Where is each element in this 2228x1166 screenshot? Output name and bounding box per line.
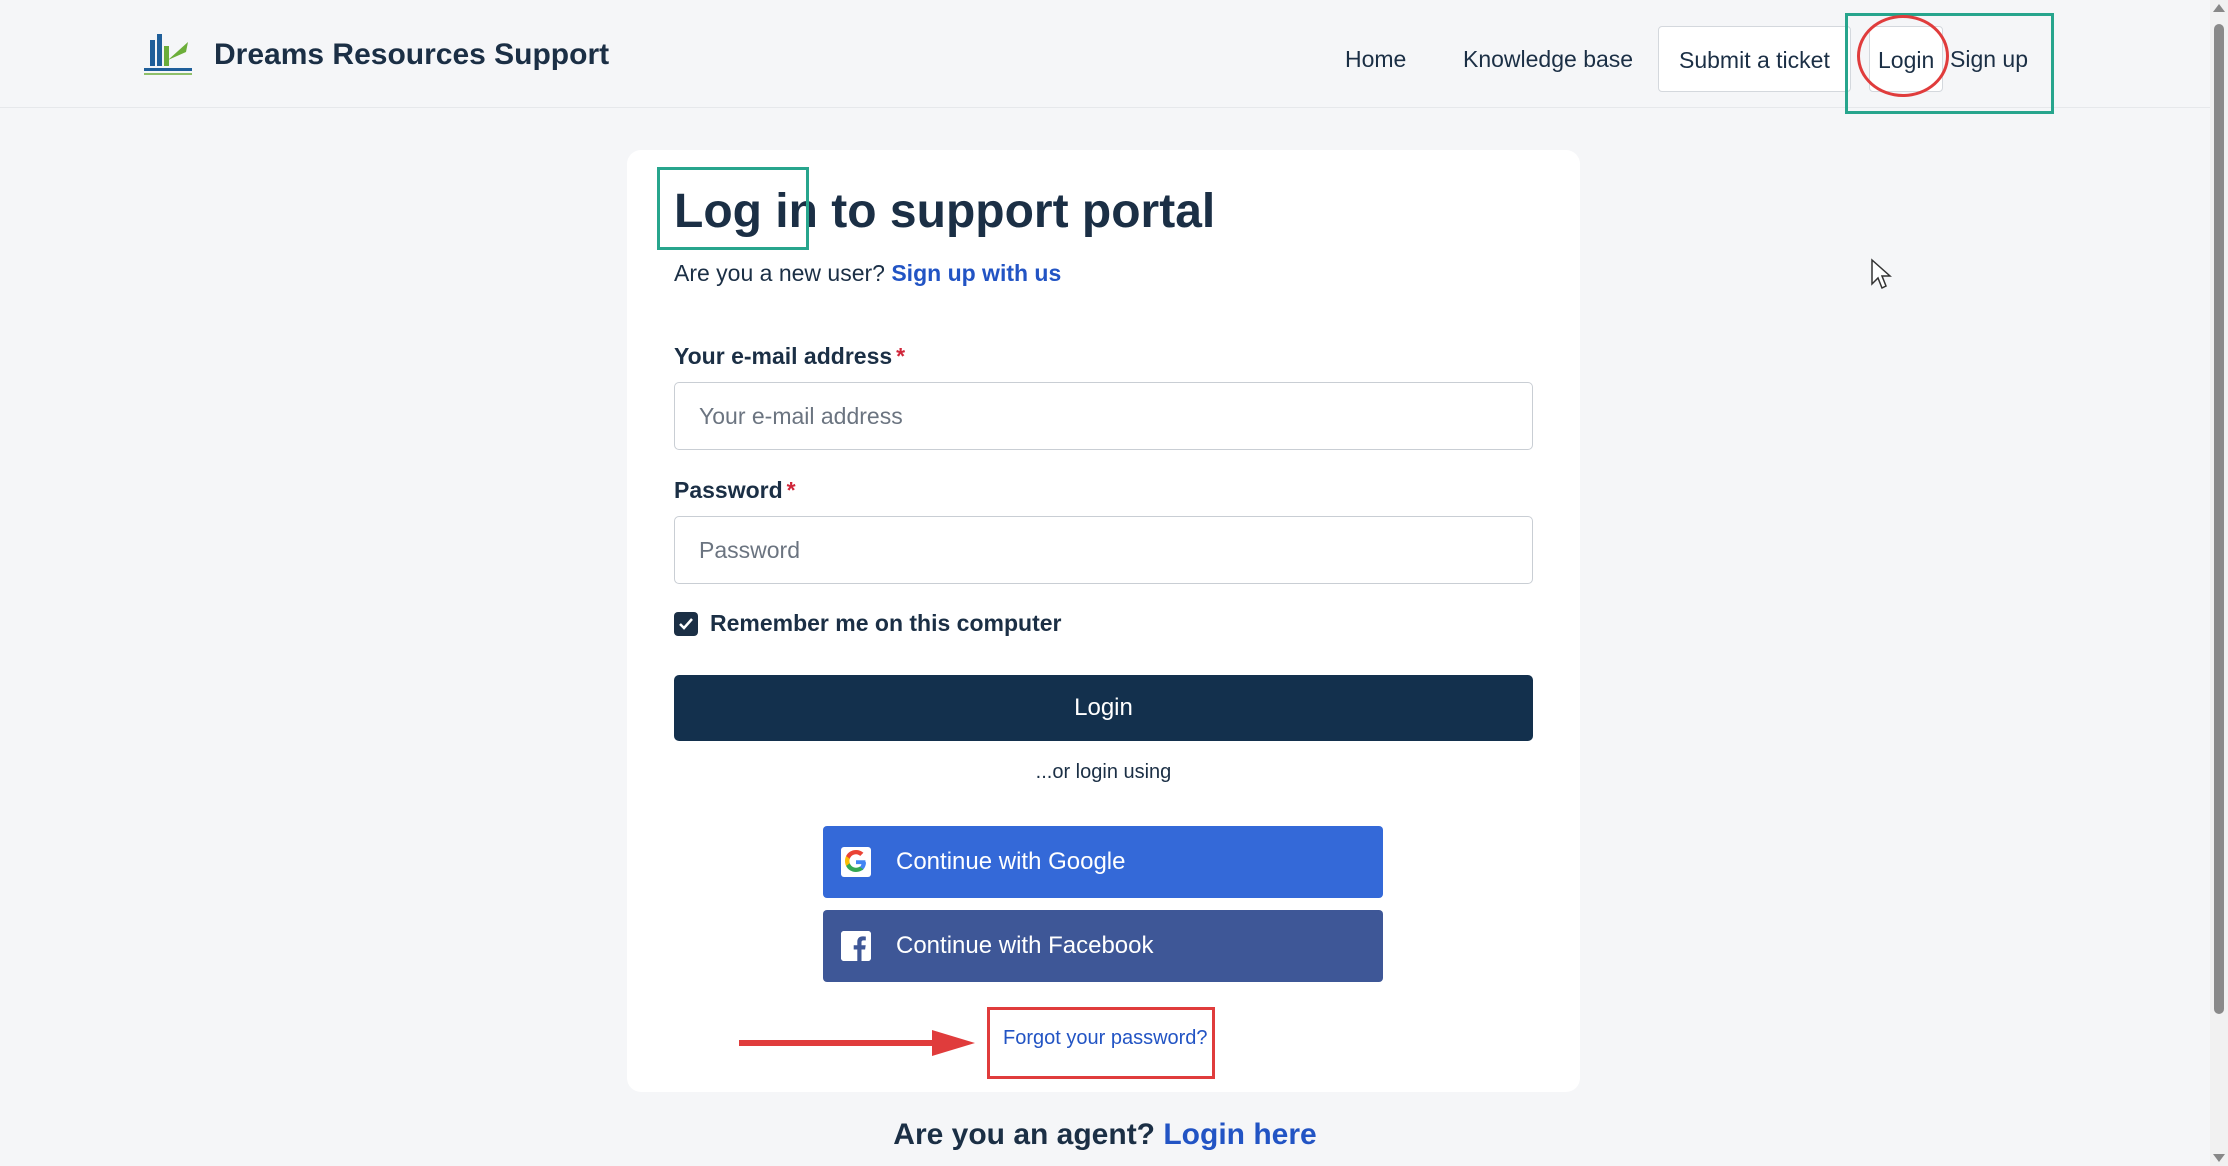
scroll-up-arrow-icon[interactable]: [2213, 4, 2225, 12]
nav-knowledge-base[interactable]: Knowledge base: [1463, 26, 1633, 92]
remember-me-label: Remember me on this computer: [710, 610, 1062, 636]
password-input[interactable]: [674, 516, 1533, 584]
brand-name: Dreams Resources Support: [214, 38, 610, 71]
forgot-password-link[interactable]: Forgot your password?: [1003, 1027, 1208, 1050]
google-icon: [841, 847, 871, 877]
password-required-mark: *: [786, 477, 796, 503]
signup-link[interactable]: Sign up with us: [891, 260, 1061, 286]
brand-logo-icon: [144, 34, 192, 75]
login-card: Log in to support portal Are you a new u…: [627, 150, 1580, 1092]
google-login-label: Continue with Google: [896, 848, 1126, 875]
mouse-cursor-icon: [1871, 258, 1892, 290]
facebook-login-label: Continue with Facebook: [896, 932, 1154, 959]
email-input[interactable]: [674, 382, 1533, 450]
google-login-button[interactable]: Continue with Google: [823, 826, 1383, 898]
facebook-login-button[interactable]: Continue with Facebook: [823, 910, 1383, 982]
email-label: Your e-mail address *: [674, 343, 905, 370]
site-header: Dreams Resources Support Home Knowledge …: [0, 0, 2210, 108]
page-title: Log in to support portal: [674, 185, 1216, 238]
email-label-text: Your e-mail address: [674, 343, 893, 369]
password-label: Password *: [674, 477, 796, 504]
agent-login-prompt: Are you an agent? Login here: [0, 1118, 2210, 1152]
scroll-thumb[interactable]: [2214, 24, 2224, 1014]
nav-submit-ticket[interactable]: Submit a ticket: [1658, 26, 1851, 92]
agent-prompt-text: Are you an agent?: [893, 1118, 1156, 1151]
login-button[interactable]: Login: [674, 675, 1533, 741]
checkmark-icon: [679, 617, 693, 630]
remember-me[interactable]: Remember me on this computer: [674, 610, 1061, 637]
agent-login-link[interactable]: Login here: [1163, 1118, 1316, 1151]
facebook-icon: [841, 931, 871, 961]
remember-me-checkbox[interactable]: [674, 611, 698, 636]
scroll-down-arrow-icon[interactable]: [2213, 1154, 2225, 1162]
password-label-text: Password: [674, 477, 783, 503]
page-scrollbar[interactable]: [2210, 0, 2228, 1166]
nav-login[interactable]: Login: [1869, 26, 1944, 92]
email-required-mark: *: [896, 343, 906, 369]
signup-prompt-text: Are you a new user?: [674, 260, 885, 286]
brand[interactable]: Dreams Resources Support: [140, 30, 609, 80]
signup-prompt: Are you a new user? Sign up with us: [674, 260, 1061, 287]
or-login-text: ...or login using: [1035, 761, 1172, 783]
nav-home[interactable]: Home: [1345, 26, 1406, 92]
nav-sign-up[interactable]: Sign up: [1950, 26, 2028, 92]
